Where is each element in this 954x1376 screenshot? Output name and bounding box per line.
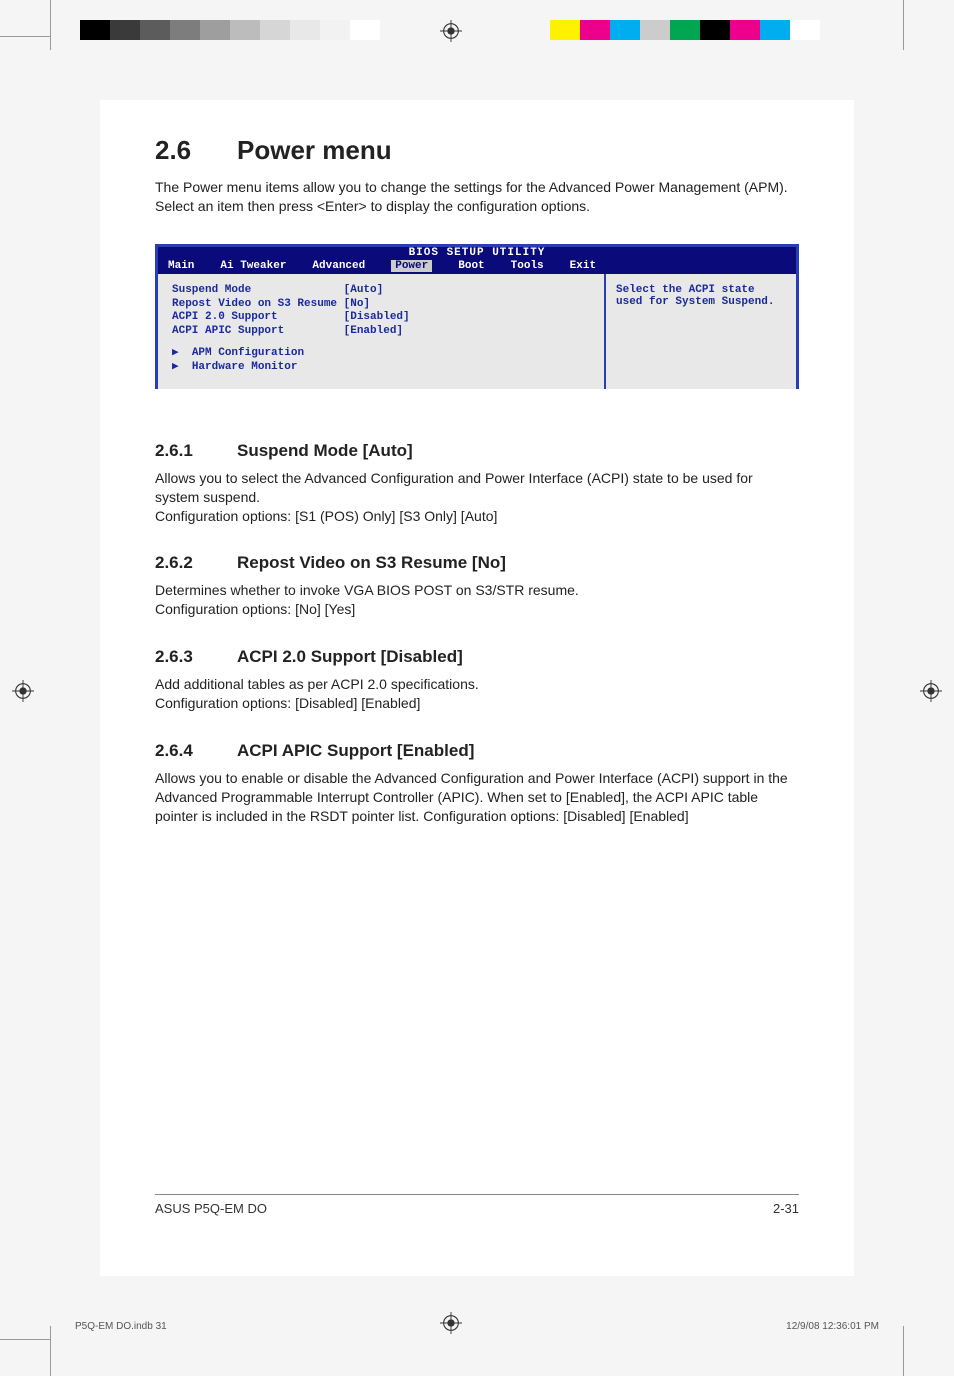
crop-mark xyxy=(0,1339,50,1340)
swatch xyxy=(200,20,230,40)
swatch xyxy=(170,20,200,40)
bios-menu-bar: Main Ai Tweaker Advanced Power Boot Tools Exit xyxy=(158,259,796,274)
subsection-heading: 2.6.1Suspend Mode [Auto] xyxy=(155,441,799,461)
subsection-body: Allows you to enable or disable the Adva… xyxy=(155,769,799,826)
crop-mark xyxy=(903,1326,904,1376)
swatch xyxy=(610,20,640,40)
subsection: 2.6.1Suspend Mode [Auto] Allows you to se… xyxy=(155,441,799,526)
subsection-heading: 2.6.3ACPI 2.0 Support [Disabled] xyxy=(155,647,799,667)
swatch xyxy=(80,20,110,40)
subsection-body: Determines whether to invoke VGA BIOS PO… xyxy=(155,581,799,619)
subsection-heading: 2.6.4ACPI APIC Support [Enabled] xyxy=(155,741,799,761)
subsection-heading: 2.6.2Repost Video on S3 Resume [No] xyxy=(155,553,799,573)
print-slug: P5Q-EM DO.indb 31 12/9/08 12:36:01 PM xyxy=(75,1321,879,1332)
swatch xyxy=(550,20,580,40)
print-timestamp: 12/9/08 12:36:01 PM xyxy=(786,1321,879,1332)
registration-mark-icon xyxy=(920,680,942,702)
bios-menu-item: Advanced xyxy=(312,260,365,272)
swatch xyxy=(730,20,760,40)
section-heading: 2.6Power menu xyxy=(155,135,799,166)
bios-setting-row: ACPI APIC Support [Enabled] xyxy=(172,325,594,339)
bios-screenshot: BIOS SETUP UTILITY Main Ai Tweaker Advance… xyxy=(155,244,799,389)
crop-mark xyxy=(50,1326,51,1376)
bios-menu-item: Ai Tweaker xyxy=(220,260,286,272)
section-number: 2.6 xyxy=(155,135,237,166)
bios-help-pane: Select the ACPI state used for System Su… xyxy=(606,274,796,389)
registration-mark-icon xyxy=(12,680,34,702)
process-colorbar xyxy=(550,20,820,40)
swatch xyxy=(580,20,610,40)
page-footer: ASUS P5Q-EM DO 2-31 xyxy=(155,1194,799,1216)
page-content: 2.6Power menu The Power menu items allow… xyxy=(100,100,854,1276)
bios-menu-item: Exit xyxy=(570,260,596,272)
swatch xyxy=(640,20,670,40)
subsection: 2.6.2Repost Video on S3 Resume [No] Deter… xyxy=(155,553,799,619)
crop-mark xyxy=(50,0,51,50)
section-title: Power menu xyxy=(237,135,392,165)
print-file: P5Q-EM DO.indb 31 xyxy=(75,1321,167,1332)
swatch xyxy=(320,20,350,40)
bios-submenu-row: ▶ APM Configuration xyxy=(172,347,594,361)
swatch xyxy=(230,20,260,40)
crop-mark xyxy=(903,0,904,50)
swatch xyxy=(110,20,140,40)
swatch xyxy=(700,20,730,40)
bios-settings-pane: Suspend Mode [Auto]Repost Video on S3 Re… xyxy=(158,274,606,389)
bios-menu-item: Main xyxy=(168,260,194,272)
subsection: 2.6.4ACPI APIC Support [Enabled] Allows y… xyxy=(155,741,799,826)
swatch xyxy=(260,20,290,40)
bios-menu-item: Tools xyxy=(511,260,544,272)
bios-setting-row: ACPI 2.0 Support [Disabled] xyxy=(172,311,594,325)
bios-menu-item: Boot xyxy=(458,260,484,272)
bios-menu-item: Power xyxy=(391,260,432,272)
bios-setting-row: Suspend Mode [Auto] xyxy=(172,284,594,298)
swatch xyxy=(670,20,700,40)
swatch xyxy=(760,20,790,40)
bios-submenu-row: ▶ Hardware Monitor xyxy=(172,361,594,375)
bios-setting-row: Repost Video on S3 Resume [No] xyxy=(172,298,594,312)
subsection-body: Add additional tables as per ACPI 2.0 sp… xyxy=(155,675,799,713)
crop-mark xyxy=(0,36,50,37)
swatch xyxy=(790,20,820,40)
swatch xyxy=(140,20,170,40)
subsection-body: Allows you to select the Advanced Config… xyxy=(155,469,799,526)
swatch xyxy=(350,20,380,40)
section-intro: The Power menu items allow you to change… xyxy=(155,178,799,216)
grayscale-colorbar xyxy=(80,20,380,40)
swatch xyxy=(290,20,320,40)
bios-title: BIOS SETUP UTILITY xyxy=(158,247,796,259)
subsection: 2.6.3ACPI 2.0 Support [Disabled] Add addi… xyxy=(155,647,799,713)
footer-product: ASUS P5Q-EM DO xyxy=(155,1201,267,1216)
registration-mark-icon xyxy=(440,20,462,42)
footer-page-number: 2-31 xyxy=(773,1201,799,1216)
